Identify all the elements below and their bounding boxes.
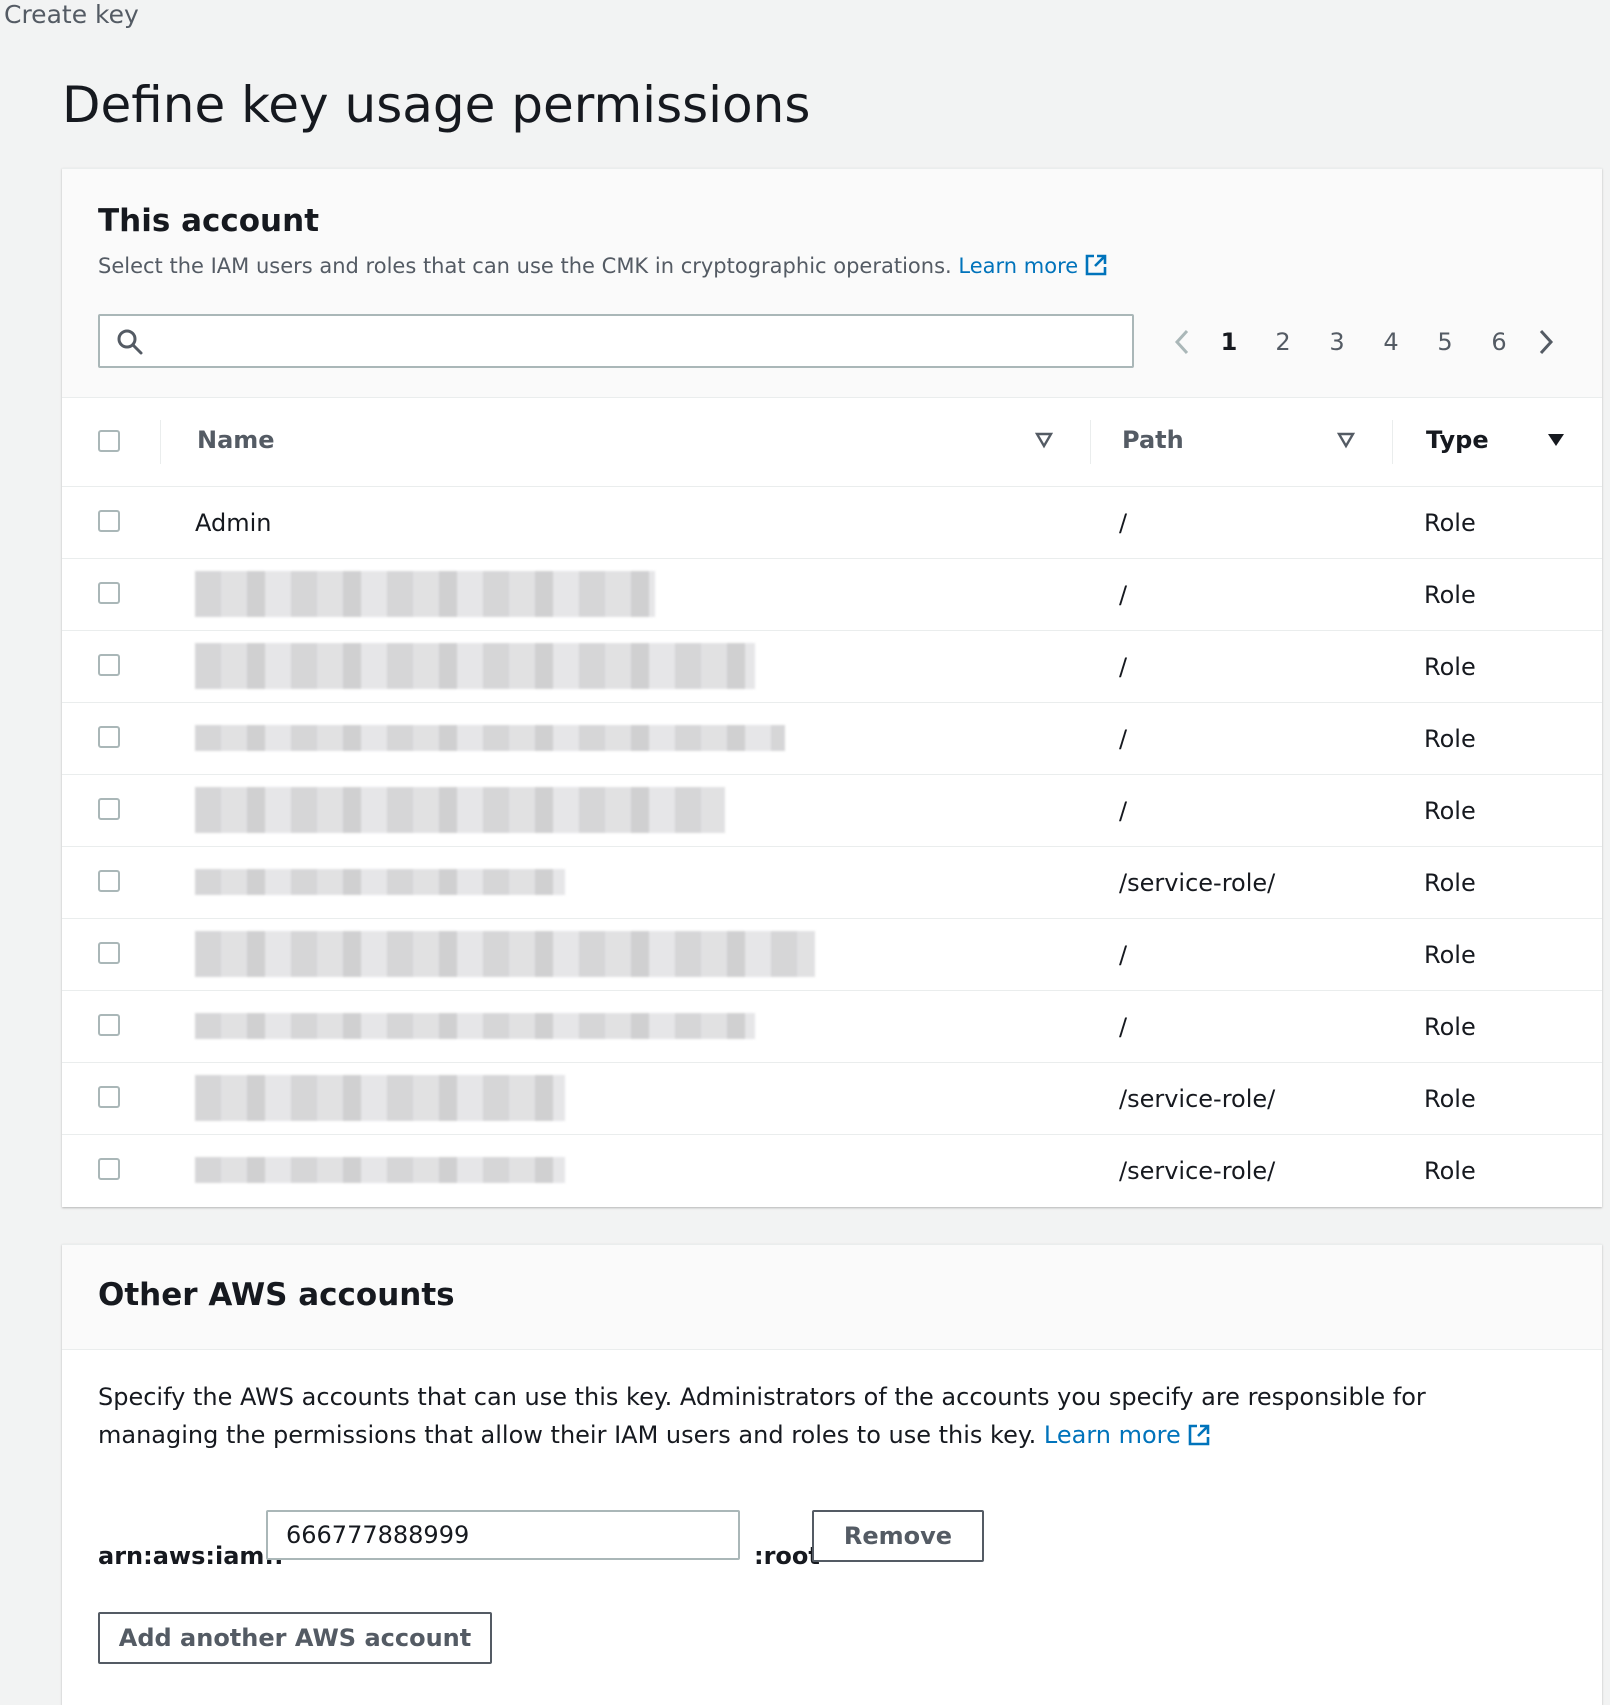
table-row[interactable]: / Role xyxy=(62,919,1602,991)
row-type: Role xyxy=(1424,1085,1476,1113)
table-row[interactable]: Admin / Role xyxy=(62,487,1602,559)
other-accounts-description: Specify the AWS accounts that can use th… xyxy=(98,1378,1538,1454)
table-row[interactable]: /service-role/ Role xyxy=(62,1135,1602,1206)
page-6[interactable]: 6 xyxy=(1472,328,1526,356)
row-type: Role xyxy=(1424,1013,1476,1041)
row-path: / xyxy=(1119,1013,1128,1041)
add-account-button[interactable]: Add another AWS account xyxy=(98,1612,492,1664)
table-row[interactable]: / Role xyxy=(62,559,1602,631)
table-row[interactable]: /service-role/ Role xyxy=(62,847,1602,919)
external-link-icon[interactable] xyxy=(1084,253,1108,277)
breadcrumb[interactable]: Create key xyxy=(4,0,139,29)
row-checkbox[interactable] xyxy=(98,1014,120,1036)
column-divider xyxy=(1392,420,1393,464)
row-checkbox[interactable] xyxy=(98,510,120,532)
page-1[interactable]: 1 xyxy=(1202,328,1256,356)
redacted-name xyxy=(195,787,725,833)
row-type: Role xyxy=(1424,869,1476,897)
table-row[interactable]: / Role xyxy=(62,631,1602,703)
redacted-name xyxy=(195,1157,565,1183)
row-path: /service-role/ xyxy=(1119,869,1276,897)
table-body: Admin / Role / Role / Role / Role / Role xyxy=(62,487,1602,1206)
row-path: /service-role/ xyxy=(1119,1085,1276,1113)
row-checkbox[interactable] xyxy=(98,582,120,604)
chevron-left-icon[interactable] xyxy=(1162,322,1202,362)
arn-prefix-label: arn:aws:iam:: xyxy=(98,1542,284,1570)
this-account-header: This account Select the IAM users and ro… xyxy=(62,169,1602,398)
row-checkbox[interactable] xyxy=(98,1086,120,1108)
this-account-description: Select the IAM users and roles that can … xyxy=(98,253,1108,278)
table-row[interactable]: / Role xyxy=(62,703,1602,775)
row-type: Role xyxy=(1424,1157,1476,1185)
column-divider xyxy=(160,420,161,464)
table-row[interactable]: / Role xyxy=(62,991,1602,1063)
filter-triangle-icon[interactable] xyxy=(1336,430,1356,450)
learn-more-label[interactable]: Learn more xyxy=(1044,1421,1181,1449)
this-account-title: This account xyxy=(98,203,320,239)
arn-suffix-label: :root xyxy=(754,1542,820,1570)
filter-triangle-icon[interactable] xyxy=(1034,430,1054,450)
external-link-icon[interactable] xyxy=(1187,1423,1211,1447)
row-path: / xyxy=(1119,653,1128,681)
row-type: Role xyxy=(1424,509,1476,537)
search-icon xyxy=(117,329,143,355)
column-header-path[interactable]: Path xyxy=(1122,426,1184,454)
search-input[interactable] xyxy=(160,322,1124,360)
row-type: Role xyxy=(1424,797,1476,825)
row-path: / xyxy=(1119,581,1128,609)
page-4[interactable]: 4 xyxy=(1364,328,1418,356)
row-type: Role xyxy=(1424,941,1476,969)
learn-more-link[interactable]: Learn more xyxy=(1044,1421,1211,1449)
sort-descending-icon[interactable] xyxy=(1546,430,1566,450)
pagination: 1 2 3 4 5 6 xyxy=(1162,319,1566,365)
account-id-input[interactable] xyxy=(266,1510,740,1560)
redacted-name xyxy=(195,643,755,689)
row-path: / xyxy=(1119,797,1128,825)
row-checkbox[interactable] xyxy=(98,1158,120,1180)
table-header: Name Path Type xyxy=(62,398,1602,487)
table-row[interactable]: /service-role/ Role xyxy=(62,1063,1602,1135)
row-path: / xyxy=(1119,941,1128,969)
row-type: Role xyxy=(1424,725,1476,753)
other-accounts-title: Other AWS accounts xyxy=(98,1277,455,1313)
row-path: /service-role/ xyxy=(1119,1157,1276,1185)
remove-button[interactable]: Remove xyxy=(812,1510,984,1562)
other-accounts-description-text: Specify the AWS accounts that can use th… xyxy=(98,1383,1426,1449)
redacted-name xyxy=(195,1013,755,1039)
redacted-name xyxy=(195,725,785,751)
column-header-type[interactable]: Type xyxy=(1426,426,1489,454)
this-account-panel: This account Select the IAM users and ro… xyxy=(62,168,1602,1207)
row-type: Role xyxy=(1424,653,1476,681)
table-row[interactable]: / Role xyxy=(62,775,1602,847)
row-path: / xyxy=(1119,725,1128,753)
column-divider xyxy=(1090,420,1091,464)
column-header-name[interactable]: Name xyxy=(197,426,275,454)
page-2[interactable]: 2 xyxy=(1256,328,1310,356)
row-checkbox[interactable] xyxy=(98,798,120,820)
redacted-name xyxy=(195,869,565,895)
page-3[interactable]: 3 xyxy=(1310,328,1364,356)
redacted-name xyxy=(195,571,655,617)
learn-more-label[interactable]: Learn more xyxy=(958,254,1078,278)
this-account-description-text: Select the IAM users and roles that can … xyxy=(98,254,952,278)
row-checkbox[interactable] xyxy=(98,726,120,748)
redacted-name xyxy=(195,931,815,977)
search-field[interactable] xyxy=(98,314,1134,368)
redacted-name xyxy=(195,1075,565,1121)
row-checkbox[interactable] xyxy=(98,942,120,964)
other-accounts-header: Other AWS accounts xyxy=(62,1245,1602,1350)
select-all-checkbox[interactable] xyxy=(98,430,120,452)
learn-more-link[interactable]: Learn more xyxy=(958,254,1108,278)
row-path: / xyxy=(1119,509,1128,537)
row-name: Admin xyxy=(195,509,272,537)
row-type: Role xyxy=(1424,581,1476,609)
chevron-right-icon[interactable] xyxy=(1526,322,1566,362)
page-title: Define key usage permissions xyxy=(62,76,811,134)
row-checkbox[interactable] xyxy=(98,870,120,892)
row-checkbox[interactable] xyxy=(98,654,120,676)
other-accounts-panel: Other AWS accounts Specify the AWS accou… xyxy=(62,1244,1602,1705)
page-5[interactable]: 5 xyxy=(1418,328,1472,356)
